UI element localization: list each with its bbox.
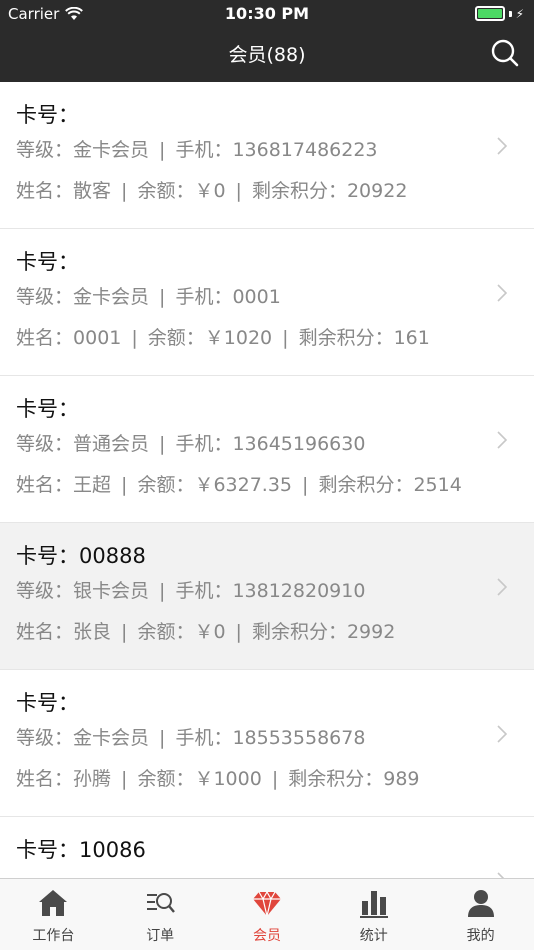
- chevron-right-icon: [497, 578, 508, 596]
- card-number: 卡号：: [16, 397, 79, 421]
- home-icon: [39, 890, 68, 916]
- member-level-phone: 等级：金卡会员 | 手机：0001: [16, 286, 281, 308]
- member-name-balance-points: 姓名：0001 | 余额：￥1020 | 剩余积分：161: [16, 327, 430, 349]
- member-card[interactable]: 卡号： 等级：金卡会员 | 手机：136817486223 姓名：散客 | 余额：￥0 |…: [0, 82, 534, 229]
- tab-mine[interactable]: 我的: [427, 879, 534, 950]
- chevron-right-icon: [497, 137, 508, 155]
- member-level-phone: 等级：金卡会员 | 手机：136817486223: [16, 139, 378, 161]
- gem-icon: [252, 890, 281, 917]
- card-number: 卡号：: [16, 250, 79, 274]
- top-bar: Carrier 10:30 PM ⚡ 会员(88): [0, 0, 534, 82]
- tab-bar: 工作台 订单 会员 统计 我的: [0, 878, 534, 950]
- chevron-right-icon: [497, 431, 508, 449]
- status-bar: Carrier 10:30 PM ⚡: [0, 0, 534, 28]
- card-number: 卡号：: [16, 691, 79, 715]
- status-time: 10:30 PM: [224, 4, 310, 23]
- member-card[interactable]: 卡号： 等级：金卡会员 | 手机：18553558678 姓名：孙腾 | 余额：￥100…: [0, 670, 534, 817]
- tab-orders[interactable]: 订单: [107, 879, 214, 950]
- tab-workbench[interactable]: 工作台: [0, 879, 107, 950]
- member-level-phone: 等级：银卡会员 | 手机：13812820910: [16, 580, 366, 602]
- member-name-balance-points: 姓名：张良 | 余额：￥0 | 剩余积分：2992: [16, 621, 396, 643]
- member-name-balance-points: 姓名：王超 | 余额：￥6327.35 | 剩余积分：2514: [16, 474, 462, 496]
- member-card[interactable]: 卡号：10086: [0, 817, 534, 878]
- tab-members[interactable]: 会员: [214, 879, 321, 950]
- card-number: 卡号：00888: [16, 544, 146, 568]
- chevron-right-icon: [497, 872, 505, 878]
- tab-label: 订单: [146, 928, 175, 944]
- order-search-icon: [147, 893, 176, 913]
- member-name-balance-points: 姓名：孙腾 | 余额：￥1000 | 剩余积分：989: [16, 768, 420, 790]
- tab-statistics[interactable]: 统计: [320, 879, 427, 950]
- member-level-phone: 等级：普通会员 | 手机：13645196630: [16, 433, 366, 455]
- member-level-phone: 等级：金卡会员 | 手机：18553558678: [16, 727, 366, 749]
- member-card[interactable]: 卡号：00888 等级：银卡会员 | 手机：13812820910 姓名：张良 | 余额…: [0, 523, 534, 670]
- card-number: 卡号：: [16, 103, 79, 127]
- bar-chart-icon: [359, 891, 388, 918]
- member-card[interactable]: 卡号： 等级：金卡会员 | 手机：0001 姓名：0001 | 余额：￥1020 | 剩余积…: [0, 229, 534, 376]
- member-card[interactable]: 卡号： 等级：普通会员 | 手机：13645196630 姓名：王超 | 余额：￥632…: [0, 376, 534, 523]
- tab-label: 工作台: [32, 928, 75, 944]
- tab-label: 统计: [359, 928, 388, 944]
- page-title: 会员(88): [228, 44, 306, 66]
- person-icon: [467, 890, 494, 917]
- tab-label: 我的: [466, 928, 495, 944]
- member-name-balance-points: 姓名：散客 | 余额：￥0 | 剩余积分：20922: [16, 180, 408, 202]
- chevron-right-icon: [497, 725, 508, 743]
- tab-label: 会员: [252, 928, 281, 944]
- battery-icon: ⚡: [474, 6, 524, 21]
- search-button[interactable]: [490, 38, 520, 68]
- member-list[interactable]: 卡号： 等级：金卡会员 | 手机：136817486223 姓名：散客 | 余额：￥0 |…: [0, 82, 534, 878]
- charging-icon: ⚡: [515, 6, 524, 21]
- search-icon: [491, 39, 519, 67]
- card-number: 卡号：10086: [16, 838, 146, 862]
- chevron-right-icon: [497, 284, 508, 302]
